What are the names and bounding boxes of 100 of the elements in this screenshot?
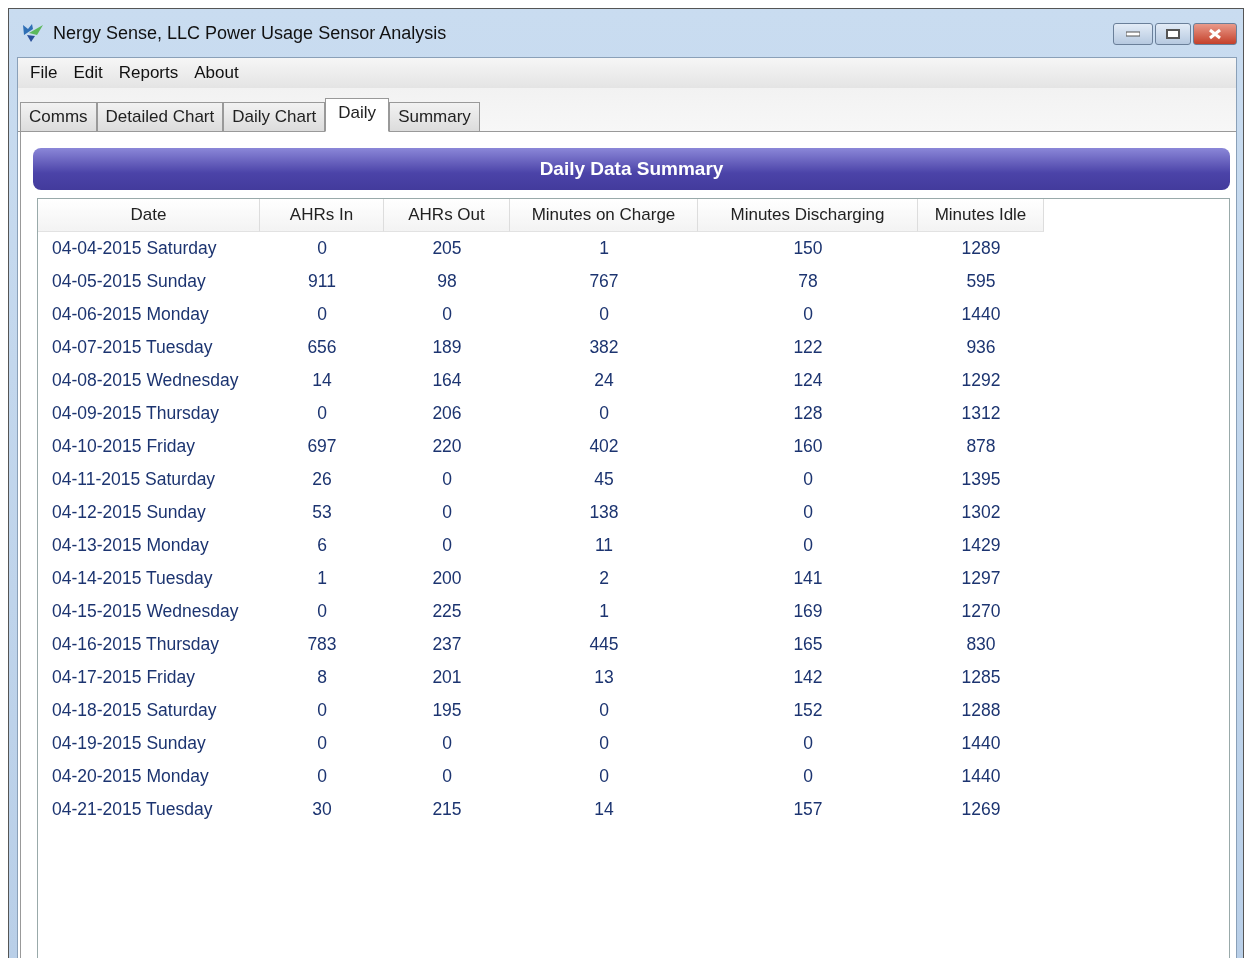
table-cell-text: 04-10-2015 Friday: [51, 435, 196, 458]
table-cell-text: 0: [441, 303, 453, 326]
table-cell-text: 1429: [960, 534, 1002, 557]
table-cell-text: 169: [792, 600, 824, 623]
table-cell-text: 14: [311, 369, 333, 392]
table-cell-text: 30: [311, 798, 333, 821]
table-cell-text: 237: [431, 633, 463, 656]
table-cell-text: 1: [598, 237, 610, 260]
table-cell-text: 45: [593, 468, 615, 491]
table-cell-text: 04-05-2015 Sunday: [51, 270, 207, 293]
table-cell-text: 0: [598, 303, 610, 326]
table-cell-text: 53: [311, 501, 333, 524]
table-cell-text: 0: [316, 402, 328, 425]
table-cell-text: 141: [792, 567, 824, 590]
column-header[interactable]: Minutes Discharging: [698, 199, 918, 232]
table-cell-text: 04-11-2015 Saturday: [51, 468, 217, 491]
table-cell-text: 0: [441, 468, 453, 491]
menu-item[interactable]: Reports: [110, 63, 187, 83]
table-cell-text: 78: [797, 270, 819, 293]
column-header[interactable]: AHRs Out: [384, 199, 510, 232]
table-cell-text: 0: [598, 732, 610, 755]
table-cell-text: 13: [593, 666, 615, 689]
table-cell-text: 04-13-2015 Monday: [51, 534, 210, 557]
table-cell-text: 189: [431, 336, 463, 359]
maximize-button[interactable]: [1155, 23, 1191, 45]
tab[interactable]: Daily Chart: [223, 102, 326, 131]
table-cell-text: 1292: [960, 369, 1002, 392]
table-cell-text: 201: [431, 666, 463, 689]
table-cell-text: 0: [802, 732, 814, 755]
column-header[interactable]: Date: [38, 199, 260, 232]
table-cell-text: 205: [431, 237, 463, 260]
table-cell-text: 936: [965, 336, 997, 359]
table-cell-text: 697: [306, 435, 338, 458]
table-cell-text: 04-12-2015 Sunday: [51, 501, 207, 524]
table-cell-text: 878: [965, 435, 997, 458]
table-cell-text: 1297: [960, 567, 1002, 590]
table-cell-text: 206: [431, 402, 463, 425]
table-cell-text: 382: [588, 336, 620, 359]
table-cell-text: 24: [593, 369, 615, 392]
table-cell-text: 0: [316, 600, 328, 623]
table-cell-text: 124: [792, 369, 824, 392]
table-cell-text: 0: [802, 303, 814, 326]
table-cell-text: 1312: [960, 402, 1002, 425]
app-logo-icon: [21, 23, 45, 43]
tab[interactable]: Daily: [325, 98, 390, 132]
table-cell-text: 225: [431, 600, 463, 623]
table-cell-text: 595: [965, 270, 997, 293]
table-cell-text: 0: [802, 534, 814, 557]
table-cell-text: 164: [431, 369, 463, 392]
table-cell-text: 04-14-2015 Tuesday: [51, 567, 214, 590]
table-cell-text: 1270: [960, 600, 1002, 623]
table-cell-text: 157: [792, 798, 824, 821]
tab[interactable]: Detailed Chart: [96, 102, 224, 131]
table-cell-text: 14: [593, 798, 615, 821]
table-cell-text: 445: [588, 633, 620, 656]
table-cell-text: 128: [792, 402, 824, 425]
column-header[interactable]: AHRs In: [260, 199, 384, 232]
table-cell-text: 911: [307, 270, 337, 293]
table-cell-text: 0: [802, 468, 814, 491]
table-cell-text: 195: [431, 699, 463, 722]
table-cell-text: 04-19-2015 Sunday: [51, 732, 207, 755]
table-cell-text: 220: [431, 435, 463, 458]
table-cell-text: 04-06-2015 Monday: [51, 303, 210, 326]
table-cell-text: 11: [593, 534, 615, 557]
tab[interactable]: Comms: [20, 102, 97, 131]
column-header[interactable]: Minutes Idle: [918, 199, 1044, 232]
table-cell-text: 0: [802, 765, 814, 788]
table-cell-text: 04-21-2015 Tuesday: [51, 798, 214, 821]
table-cell-text: 1440: [960, 303, 1002, 326]
table-cell-text: 04-04-2015 Saturday: [51, 237, 218, 260]
table-cell-text: 1440: [960, 765, 1002, 788]
table-cell-text: 0: [802, 501, 814, 524]
tab[interactable]: Summary: [389, 102, 480, 131]
column-header[interactable]: Minutes on Charge: [510, 199, 698, 232]
table-cell-text: 0: [441, 534, 453, 557]
table-cell-text: 1289: [960, 237, 1002, 260]
table-cell-text: 0: [316, 765, 328, 788]
table-cell-text: 142: [792, 666, 824, 689]
table-cell-text: 04-09-2015 Thursday: [51, 402, 220, 425]
table-cell-text: 04-15-2015 Wednesday: [51, 600, 240, 623]
table-cell-text: 1: [316, 567, 328, 590]
table-cell-text: 0: [598, 699, 610, 722]
table-cell-text: 122: [792, 336, 824, 359]
menu-item[interactable]: About: [186, 63, 247, 83]
table-cell-text: 04-08-2015 Wednesday: [51, 369, 240, 392]
table-cell-text: 0: [441, 501, 453, 524]
table-cell-text: 1440: [960, 732, 1002, 755]
maximize-icon: [1166, 29, 1180, 39]
table-cell-text: 1285: [960, 666, 1002, 689]
minimize-button[interactable]: [1113, 23, 1153, 45]
table-cell-text: 150: [792, 237, 824, 260]
table-cell-text: 0: [441, 765, 453, 788]
menu-item[interactable]: File: [22, 63, 66, 83]
table-cell-text: 04-17-2015 Friday: [51, 666, 196, 689]
table-cell-text: 402: [588, 435, 620, 458]
table-cell-text: 0: [441, 732, 453, 755]
menu-item[interactable]: Edit: [65, 63, 111, 83]
table-cell-text: 1288: [960, 699, 1002, 722]
table-cell-text: 1: [598, 600, 610, 623]
close-button[interactable]: [1193, 23, 1237, 45]
